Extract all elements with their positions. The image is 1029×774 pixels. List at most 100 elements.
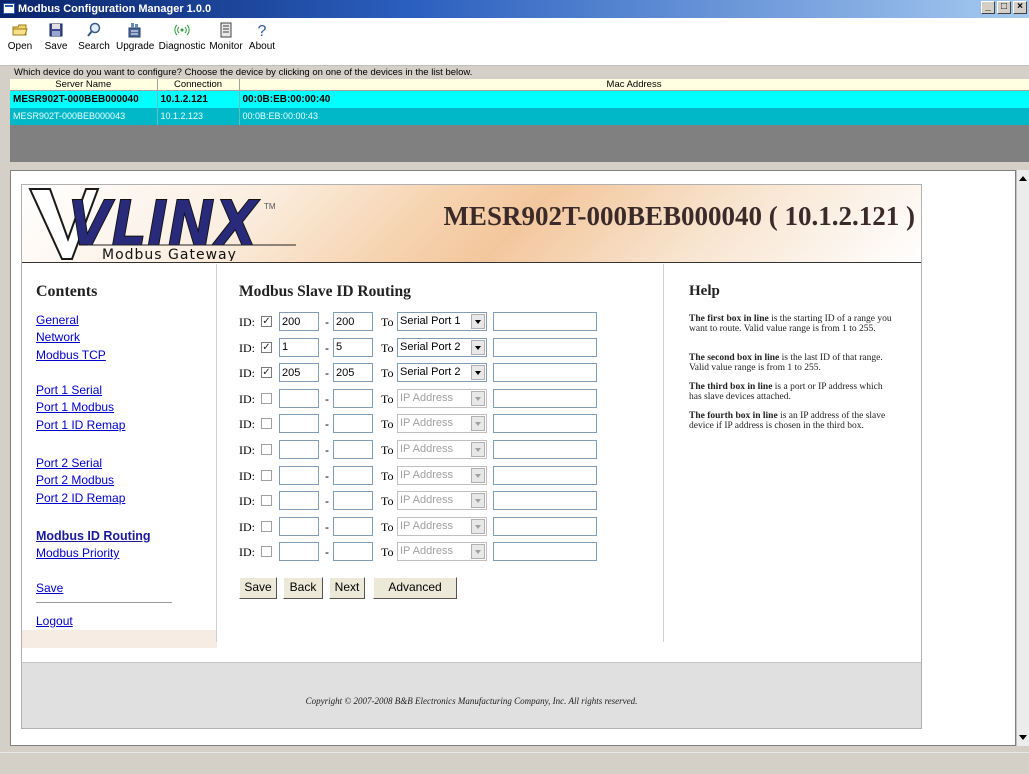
minimize-button[interactable]: _ (981, 1, 995, 14)
nav-link-port2-serial[interactable]: Port 2 Serial (36, 456, 102, 470)
enable-checkbox[interactable] (261, 392, 272, 404)
column-header-mac-address[interactable]: Mac Address (239, 79, 1029, 91)
save-button[interactable]: Save (43, 21, 69, 52)
vertical-scrollbar[interactable] (1016, 170, 1029, 746)
id-from-input[interactable] (279, 465, 319, 485)
ip-address-input[interactable] (493, 516, 597, 536)
id-to-input[interactable] (333, 312, 373, 331)
dropdown-arrow-icon[interactable] (471, 442, 485, 457)
nav-link-port1-serial[interactable]: Port 1 Serial (36, 383, 102, 397)
nav-link-port1-id-remap[interactable]: Port 1 ID Remap (36, 418, 125, 432)
next-button[interactable]: Next (329, 577, 365, 599)
enable-checkbox[interactable]: ✓ (261, 316, 272, 327)
search-button[interactable]: Search (77, 21, 111, 52)
target-select[interactable]: Serial Port 2 (397, 337, 487, 357)
enable-checkbox[interactable] (261, 418, 272, 430)
ip-address-input[interactable] (493, 465, 597, 485)
nav-link-network[interactable]: Network (36, 330, 80, 344)
ip-address-input[interactable] (493, 440, 597, 459)
close-button[interactable]: × (1013, 1, 1027, 14)
ip-address-input[interactable] (493, 542, 597, 562)
device-row-selected[interactable]: MESR902T-000BEB000040 10.1.2.121 00:0B:E… (10, 90, 1029, 108)
enable-checkbox[interactable] (261, 546, 272, 558)
target-select[interactable]: IP Address (397, 414, 487, 434)
nav-link-save[interactable]: Save (36, 581, 63, 595)
enable-checkbox[interactable] (261, 495, 272, 507)
id-to-input[interactable] (333, 337, 373, 357)
save-form-button[interactable]: Save (239, 577, 277, 599)
target-select[interactable]: Serial Port 2 (397, 363, 487, 383)
device-row[interactable]: MESR902T-000BEB000043 10.1.2.123 00:0B:E… (10, 107, 1029, 125)
dropdown-arrow-icon[interactable] (471, 467, 485, 483)
nav-link-port1-modbus[interactable]: Port 1 Modbus (36, 400, 114, 414)
id-from-input[interactable] (279, 388, 319, 408)
enable-checkbox[interactable] (261, 520, 272, 532)
dropdown-arrow-icon[interactable] (471, 339, 485, 355)
ip-address-input[interactable] (493, 388, 597, 408)
nav-link-logout[interactable]: Logout (36, 614, 73, 628)
enable-checkbox[interactable] (261, 444, 272, 455)
id-to-input[interactable] (333, 388, 373, 408)
dropdown-arrow-icon[interactable] (471, 390, 485, 406)
ip-address-input[interactable] (493, 491, 597, 511)
id-to-input[interactable] (333, 440, 373, 459)
id-from-input[interactable] (279, 542, 319, 562)
scroll-up-arrow-icon[interactable] (1019, 176, 1027, 181)
enable-checkbox[interactable] (261, 469, 272, 481)
target-select[interactable]: Serial Port 1 (397, 312, 487, 331)
ip-address-input[interactable] (493, 363, 597, 383)
dropdown-arrow-icon[interactable] (471, 365, 485, 381)
target-select[interactable]: IP Address (397, 491, 487, 511)
target-select[interactable]: IP Address (397, 516, 487, 536)
nav-link-port2-id-remap[interactable]: Port 2 ID Remap (36, 491, 125, 505)
monitor-button[interactable]: Monitor (208, 21, 244, 52)
id-from-input[interactable] (279, 312, 319, 331)
dropdown-arrow-icon[interactable] (471, 314, 485, 329)
ip-address-input[interactable] (493, 337, 597, 357)
scroll-down-arrow-icon[interactable] (1019, 735, 1027, 740)
upgrade-button[interactable]: Upgrade (116, 21, 154, 52)
open-button[interactable]: Open (7, 21, 33, 52)
advanced-button[interactable]: Advanced (373, 577, 457, 599)
id-from-input[interactable] (279, 440, 319, 459)
id-from-input[interactable] (279, 337, 319, 357)
app-window: Modbus Configuration Manager 1.0.0 _ □ ×… (0, 0, 1029, 774)
ip-address-input[interactable] (493, 312, 597, 331)
target-select[interactable]: IP Address (397, 542, 487, 562)
nav-link-general[interactable]: General (36, 313, 79, 327)
instructions-text: Which device do you want to configure? C… (0, 67, 1029, 79)
enable-checkbox[interactable]: ✓ (261, 367, 272, 379)
nav-link-modbus-id-routing[interactable]: Modbus ID Routing (36, 529, 151, 543)
ip-address-input[interactable] (493, 414, 597, 434)
column-header-connection[interactable]: Connection (157, 79, 240, 91)
maximize-button[interactable]: □ (997, 1, 1011, 14)
diagnostic-button[interactable]: Diagnostic (158, 21, 206, 52)
nav-link-modbus-tcp[interactable]: Modbus TCP (36, 348, 106, 362)
id-from-input[interactable] (279, 414, 319, 434)
column-header-server-name[interactable]: Server Name (10, 79, 158, 91)
id-to-input[interactable] (333, 363, 373, 383)
id-to-input[interactable] (333, 465, 373, 485)
nav-link-modbus-priority[interactable]: Modbus Priority (36, 546, 119, 560)
id-to-input[interactable] (333, 542, 373, 562)
to-label: To (381, 468, 394, 483)
id-from-input[interactable] (279, 363, 319, 383)
copyright-text: Copyright © 2007-2008 B&B Electronics Ma… (305, 696, 638, 706)
dropdown-arrow-icon[interactable] (471, 416, 485, 432)
about-button[interactable]: ? About (246, 21, 278, 52)
nav-link-port2-modbus[interactable]: Port 2 Modbus (36, 473, 114, 487)
dropdown-arrow-icon[interactable] (471, 518, 485, 534)
target-select[interactable]: IP Address (397, 388, 487, 408)
help-paragraph: The third box in line is a port or IP ad… (689, 382, 883, 402)
dropdown-arrow-icon[interactable] (471, 544, 485, 560)
enable-checkbox[interactable]: ✓ (261, 341, 272, 353)
id-to-input[interactable] (333, 414, 373, 434)
id-to-input[interactable] (333, 491, 373, 511)
target-select[interactable]: IP Address (397, 465, 487, 485)
id-from-input[interactable] (279, 516, 319, 536)
id-from-input[interactable] (279, 491, 319, 511)
id-to-input[interactable] (333, 516, 373, 536)
target-select[interactable]: IP Address (397, 440, 487, 459)
dropdown-arrow-icon[interactable] (471, 493, 485, 509)
back-button[interactable]: Back (283, 577, 323, 599)
